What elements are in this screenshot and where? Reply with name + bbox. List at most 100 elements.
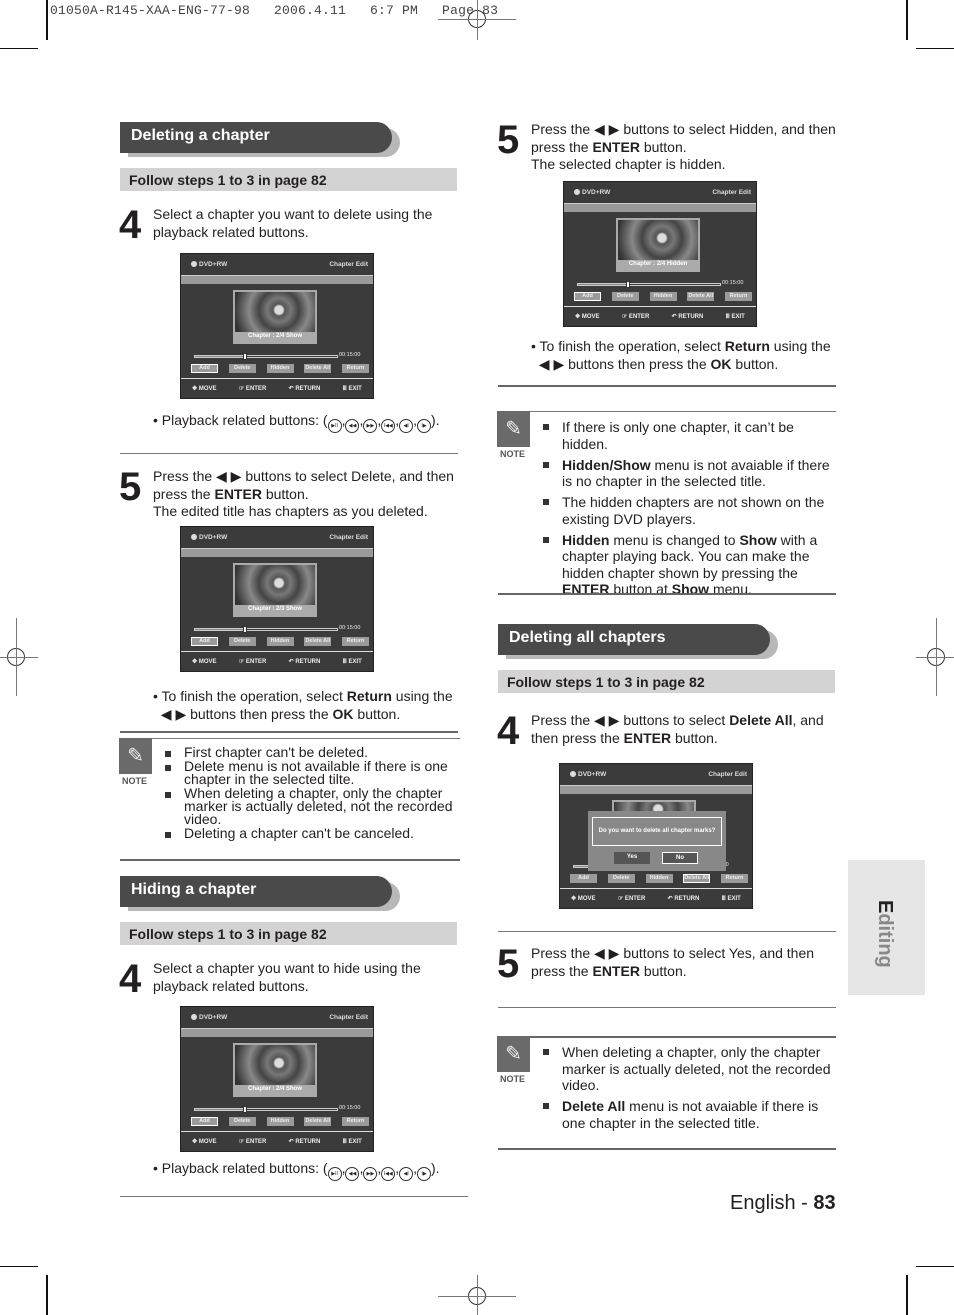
disc-icon bbox=[574, 189, 580, 195]
osd-delete-all-button[interactable]: Delete All bbox=[683, 874, 711, 883]
chapter-thumbnail: Chapter : 2/4 Show bbox=[233, 1043, 317, 1097]
time-readout: 00:15:00 bbox=[339, 1105, 361, 1111]
progress-knob bbox=[242, 353, 247, 360]
exit-hint: Ⅲ EXIT bbox=[342, 386, 362, 392]
osd-add-button[interactable]: Add bbox=[570, 874, 597, 883]
crop-mark bbox=[46, 1275, 48, 1315]
step-text: Press the ◀ ▶ buttons to select Delete A… bbox=[531, 712, 824, 746]
note-list: If there is only one chapter, it can’t b… bbox=[540, 419, 838, 602]
osd-return-button[interactable]: Return bbox=[342, 637, 369, 646]
osd-delete-all-button[interactable]: Delete All bbox=[304, 637, 332, 646]
osd-title: Chapter Edit bbox=[712, 189, 751, 196]
step-text: Select a chapter you want to delete usin… bbox=[153, 206, 433, 240]
progress-fill bbox=[195, 356, 245, 357]
progress-knob bbox=[625, 281, 630, 288]
dialog-no-button[interactable]: No bbox=[662, 852, 698, 864]
crop-mark bbox=[916, 48, 954, 49]
play-pause-icon: ▶II bbox=[327, 419, 342, 433]
enter-hint: ☞ ENTER bbox=[238, 659, 267, 665]
section-title-deleting-chapter: Deleting a chapter bbox=[120, 122, 400, 157]
chapter-caption: Chapter : 2/3 Show bbox=[247, 606, 302, 612]
pencil-icon: ✎ bbox=[119, 738, 152, 774]
step-back-icon: ◀I bbox=[399, 419, 414, 433]
step-forward-icon: I▶ bbox=[417, 1167, 432, 1181]
osd-delete-button[interactable]: Delete bbox=[228, 364, 256, 373]
time-readout: 00:15:00 bbox=[722, 280, 744, 286]
osd-delete-button[interactable]: Delete bbox=[611, 292, 639, 301]
progress-knob bbox=[242, 626, 247, 633]
step-number: 4 bbox=[119, 203, 142, 247]
osd-delete-all-button[interactable]: Delete All bbox=[304, 364, 332, 373]
return-hint: ↶ RETURN bbox=[288, 386, 321, 392]
osd-title: Chapter Edit bbox=[708, 771, 747, 778]
page-number: English - 83 bbox=[730, 1192, 836, 1214]
enter-hint: ☞ ENTER bbox=[621, 314, 650, 320]
divider bbox=[498, 593, 836, 595]
confirm-dialog: Do you want to delete all chapter marks?… bbox=[588, 811, 726, 871]
note-item: Hidden menu is changed to Show with a ch… bbox=[540, 532, 838, 598]
divider bbox=[530, 411, 836, 412]
progress-fill bbox=[578, 284, 628, 285]
osd-hidden-button[interactable]: Hidden bbox=[649, 292, 677, 301]
osd-delete-all-button[interactable]: Delete All bbox=[687, 292, 715, 301]
skip-icon: I◀◀ bbox=[381, 419, 396, 433]
step-text: Press the ◀ ▶ buttons to select Delete, … bbox=[153, 468, 454, 519]
step-number: 5 bbox=[119, 465, 142, 509]
note-item: When deleting a chapter, only the chapte… bbox=[540, 1044, 838, 1094]
osd-delete-all-button[interactable]: Delete All bbox=[304, 1117, 332, 1126]
osd-delete-button[interactable]: Delete bbox=[607, 874, 635, 883]
time-readout: 00:15:00 bbox=[339, 352, 361, 358]
osd-add-button[interactable]: Add bbox=[191, 364, 218, 373]
osd-title: Chapter Edit bbox=[329, 1014, 368, 1021]
exit-hint: Ⅲ EXIT bbox=[721, 896, 741, 902]
chapter-thumbnail: Chapter : 2/4 Hidden bbox=[616, 218, 700, 272]
note-list: When deleting a chapter, only the chapte… bbox=[540, 1044, 838, 1136]
osd-add-button[interactable]: Add bbox=[191, 637, 218, 646]
disc-label: DVD+RW bbox=[191, 261, 227, 268]
note-item: Deleting a chapter can't be canceled. bbox=[162, 826, 462, 840]
disc-icon bbox=[191, 534, 197, 540]
progress-track bbox=[194, 353, 338, 360]
osd-add-button[interactable]: Add bbox=[574, 292, 601, 301]
step-back-icon: ◀I bbox=[399, 1167, 414, 1181]
divider bbox=[120, 453, 458, 454]
step-number: 5 bbox=[497, 118, 520, 162]
crop-mark bbox=[0, 1266, 38, 1267]
step-text: Press the ◀ ▶ buttons to select Yes, and… bbox=[531, 945, 815, 979]
divider bbox=[498, 1036, 836, 1038]
progress-track bbox=[194, 1106, 338, 1113]
disc-label: DVD+RW bbox=[191, 1014, 227, 1021]
registration-mark bbox=[936, 618, 937, 696]
registration-mark bbox=[477, 1275, 478, 1315]
registration-mark bbox=[0, 657, 38, 658]
note-item: Hidden/Show menu is not avaiable if ther… bbox=[540, 457, 838, 490]
osd-hidden-button[interactable]: Hidden bbox=[266, 1117, 294, 1126]
follow-steps-note: Follow steps 1 to 3 in page 82 bbox=[120, 922, 457, 945]
osd-delete-button[interactable]: Delete bbox=[228, 637, 256, 646]
disc-label: DVD+RW bbox=[191, 534, 227, 541]
dialog-yes-button[interactable]: Yes bbox=[614, 852, 650, 864]
divider bbox=[120, 731, 458, 733]
enter-hint: ☞ ENTER bbox=[238, 1139, 267, 1145]
osd-return-button[interactable]: Return bbox=[725, 292, 752, 301]
skip-icon: I◀◀ bbox=[381, 1167, 396, 1181]
osd-return-button[interactable]: Return bbox=[342, 364, 369, 373]
disc-label: DVD+RW bbox=[574, 189, 610, 196]
osd-return-button[interactable]: Return bbox=[721, 874, 748, 883]
note-item: If there is only one chapter, it can’t b… bbox=[540, 419, 838, 452]
osd-hidden-button[interactable]: Hidden bbox=[645, 874, 673, 883]
play-pause-icon: ▶II bbox=[327, 1167, 342, 1181]
chapter-thumbnail: Chapter : 2/3 Show bbox=[233, 563, 317, 617]
rewind-icon: ◀◀ bbox=[345, 419, 360, 433]
osd-add-button[interactable]: Add bbox=[191, 1117, 218, 1126]
registration-mark bbox=[477, 0, 478, 40]
osd-hidden-button[interactable]: Hidden bbox=[266, 364, 294, 373]
osd-delete-button[interactable]: Delete bbox=[228, 1117, 256, 1126]
divider bbox=[498, 385, 836, 387]
note-label: NOTE bbox=[500, 1074, 526, 1084]
crop-mark bbox=[916, 1266, 954, 1267]
osd-screen: DVD+RW Chapter Edit Chapter : 2/4 Hidden … bbox=[563, 181, 757, 327]
disc-label: DVD+RW bbox=[570, 771, 606, 778]
osd-return-button[interactable]: Return bbox=[342, 1117, 369, 1126]
osd-hidden-button[interactable]: Hidden bbox=[266, 637, 294, 646]
